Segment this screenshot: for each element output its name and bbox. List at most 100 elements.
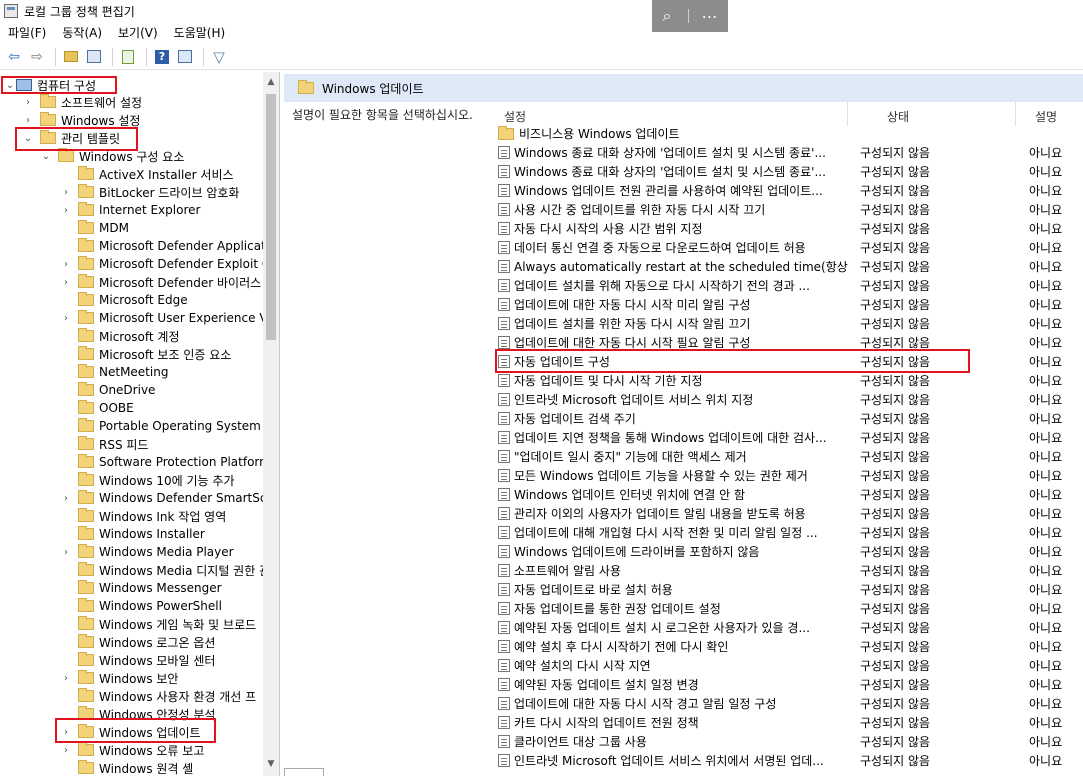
back-arrow-icon[interactable]: ⇦ [4,47,24,67]
chevron-down-icon[interactable]: ⌄ [40,151,52,162]
table-row[interactable]: Windows 업데이트 인터넷 위치에 연결 안 함 구성되지 않음 아니요 [498,485,1083,504]
chevron-right-icon[interactable]: › [60,187,72,198]
tree-item[interactable]: › Microsoft Defender Exploit Gu [60,255,279,273]
table-row[interactable]: 인트라넷 Microsoft 업데이트 서비스 위치 지정 구성되지 않음 아니요 [498,390,1083,409]
table-row[interactable]: 예약 설치의 다시 시작 지연 구성되지 않음 아니요 [498,656,1083,675]
tree-item[interactable]: › Windows Media Player [60,543,234,561]
table-row[interactable]: 업데이트 설치를 위해 자동으로 다시 시작하기 전의 경과 ... 구성되지 않… [498,276,1083,295]
table-row[interactable]: Windows 종료 대화 상자에 '업데이트 설치 및 시스템 종료'... 구… [498,143,1083,162]
table-row[interactable]: 예약된 자동 업데이트 설치 일정 변경 구성되지 않음 아니요 [498,675,1083,694]
tree-item[interactable]: Windows 모바일 센터 [60,651,215,669]
table-row[interactable]: 소프트웨어 알림 사용 구성되지 않음 아니요 [498,561,1083,580]
filter-icon[interactable]: ▽ [209,47,229,67]
chevron-right-icon[interactable]: › [60,547,72,558]
up-folder-icon[interactable] [61,47,81,67]
table-row[interactable]: 자동 다시 시작의 사용 시간 범위 지정 구성되지 않음 아니요 [498,219,1083,238]
tree-item-computer-config[interactable]: ⌄ 컴퓨터 구성 [4,76,96,94]
chevron-right-icon[interactable]: › [22,97,34,108]
scroll-down-icon[interactable]: ▼ [263,756,279,772]
table-row[interactable]: 업데이트 지연 정책을 통해 Windows 업데이트에 대한 검사... 구성되… [498,428,1083,447]
tree-item[interactable]: › Windows 오류 보고 [60,741,204,759]
table-row[interactable]: Windows 업데이트에 드라이버를 포함하지 않음 구성되지 않음 아니요 [498,542,1083,561]
table-row[interactable]: 자동 업데이트 및 다시 시작 기한 지정 구성되지 않음 아니요 [498,371,1083,390]
tree-item[interactable]: › Windows 업데이트 [60,723,201,741]
chevron-right-icon[interactable]: › [60,673,72,684]
tree-item[interactable]: OneDrive [60,381,155,399]
tree-item[interactable]: Windows Installer [60,525,205,543]
tree-item[interactable]: Microsoft Defender Applicatio [60,237,276,255]
scroll-up-icon[interactable]: ▲ [263,74,279,90]
tree-item[interactable]: Software Protection Platform [60,453,271,471]
table-row[interactable]: 인트라넷 Microsoft 업데이트 서비스 위치에서 서명된 업데... 구성… [498,751,1083,770]
tree-item[interactable]: Windows 안정성 분석 [60,705,215,723]
tree-item[interactable]: OOBE [60,399,134,417]
tree-item[interactable]: › Microsoft Defender 바이러스 [60,273,261,291]
table-row[interactable]: 관리자 이외의 사용자가 업데이트 알림 내용을 받도록 허용 구성되지 않음 아니… [498,504,1083,523]
chevron-right-icon[interactable]: › [60,745,72,756]
chevron-down-icon[interactable]: ⌄ [4,80,16,91]
menu-help[interactable]: 도움말(H) [166,24,234,41]
table-row[interactable]: 데이터 통신 연결 중 자동으로 다운로드하여 업데이트 허용 구성되지 않음 아니… [498,238,1083,257]
tree-item[interactable]: › BitLocker 드라이브 암호화 [60,183,239,201]
tree-item[interactable]: NetMeeting [60,363,168,381]
table-row[interactable]: 업데이트에 대한 자동 다시 시작 필요 알림 구성 구성되지 않음 아니요 [498,333,1083,352]
export-list-icon[interactable] [118,47,138,67]
chevron-right-icon[interactable]: › [60,205,72,216]
tree-item[interactable]: Portable Operating System [60,417,261,435]
table-row[interactable]: 모든 Windows 업데이트 기능을 사용할 수 있는 권한 제거 구성되지 않… [498,466,1083,485]
show-hide-tree-icon[interactable] [84,47,104,67]
table-row[interactable]: 사용 시간 중 업데이트를 위한 자동 다시 시작 끄기 구성되지 않음 아니요 [498,200,1083,219]
table-row[interactable]: Windows 종료 대화 상자의 '업데이트 설치 및 시스템 종료'... 구… [498,162,1083,181]
table-row[interactable]: 업데이트에 대한 자동 다시 시작 미리 알림 구성 구성되지 않음 아니요 [498,295,1083,314]
menu-view[interactable]: 보기(V) [110,24,166,41]
table-row[interactable]: "업데이트 일시 중지" 기능에 대한 액세스 제거 구성되지 않음 아니요 [498,447,1083,466]
table-row[interactable]: 예약 설치 후 다시 시작하기 전에 다시 확인 구성되지 않음 아니요 [498,637,1083,656]
tree-item[interactable]: › Microsoft User Experience Virt [60,309,279,327]
table-row[interactable]: 업데이트에 대한 자동 다시 시작 경고 알림 일정 구성 구성되지 않음 아니요 [498,694,1083,713]
forward-arrow-icon[interactable]: ⇨ [27,47,47,67]
tree-item[interactable]: Windows 로그온 옵션 [60,633,215,651]
help-icon[interactable]: ? [152,47,172,67]
tree-item[interactable]: RSS 피드 [60,435,148,453]
tree-item[interactable]: Microsoft 계정 [60,327,180,345]
chevron-down-icon[interactable]: ⌄ [22,133,34,144]
tree-item-software-settings[interactable]: › 소프트웨어 설정 [22,93,142,111]
menu-action[interactable]: 동작(A) [54,24,110,41]
zoom-icon[interactable]: ⌕ [652,6,682,26]
tree-item-admin-templates[interactable]: ⌄ 관리 템플릿 [22,129,120,147]
tree-item-windows-components[interactable]: ⌄ Windows 구성 요소 [40,147,184,165]
table-row[interactable]: 업데이트에 대해 개입형 다시 시작 전환 및 미리 알림 일정 ... 구성되지… [498,523,1083,542]
tree-item[interactable]: MDM [60,219,129,237]
tree-item[interactable]: Windows PowerShell [60,597,222,615]
column-header-comment[interactable]: 설명 [1035,102,1057,130]
properties-icon[interactable] [175,47,195,67]
chevron-right-icon[interactable]: › [60,493,72,504]
tree-item[interactable]: › Internet Explorer [60,201,200,219]
tree-item[interactable]: Windows Messenger [60,579,222,597]
table-row[interactable]: 자동 업데이트 구성 구성되지 않음 아니요 [498,352,1083,371]
tree-item[interactable]: Windows 게임 녹화 및 브로드 [60,615,256,633]
menu-file[interactable]: 파일(F) [0,24,54,41]
tree-item[interactable]: Windows Media 디지털 권한 관 [60,561,270,579]
scrollbar-thumb[interactable] [266,94,276,340]
table-row[interactable]: 자동 업데이트로 바로 설치 허용 구성되지 않음 아니요 [498,580,1083,599]
list-item-folder[interactable]: 비즈니스용 Windows 업데이트 [498,124,680,143]
tree-item[interactable]: Microsoft Edge [60,291,188,309]
tree-item-windows-settings[interactable]: › Windows 설정 [22,111,140,129]
tree-item[interactable]: Windows 사용자 환경 개선 프 [60,687,256,705]
chevron-right-icon[interactable]: › [60,277,72,288]
view-tab[interactable] [284,768,324,776]
table-row[interactable]: 업데이트 설치를 위한 자동 다시 시작 알림 끄기 구성되지 않음 아니요 [498,314,1083,333]
more-options-icon[interactable]: ⋯ [695,7,725,26]
column-header-state[interactable]: 상태 [887,102,909,130]
tree-item[interactable]: Windows 10에 기능 추가 [60,471,234,489]
tree-item[interactable]: › Windows 보안 [60,669,178,687]
table-row[interactable]: 자동 업데이트 검색 주기 구성되지 않음 아니요 [498,409,1083,428]
tree-item[interactable]: Windows Ink 작업 영역 [60,507,226,525]
table-row[interactable]: Always automatically restart at the sche… [498,257,1083,276]
table-row[interactable]: Windows 업데이트 전원 관리를 사용하여 예약된 업데이트... 구성되지… [498,181,1083,200]
chevron-right-icon[interactable]: › [22,115,34,126]
tree-item[interactable]: › Windows Defender SmartScre [60,489,279,507]
chevron-right-icon[interactable]: › [60,259,72,270]
table-row[interactable]: 카트 다시 시작의 업데이트 전원 정책 구성되지 않음 아니요 [498,713,1083,732]
